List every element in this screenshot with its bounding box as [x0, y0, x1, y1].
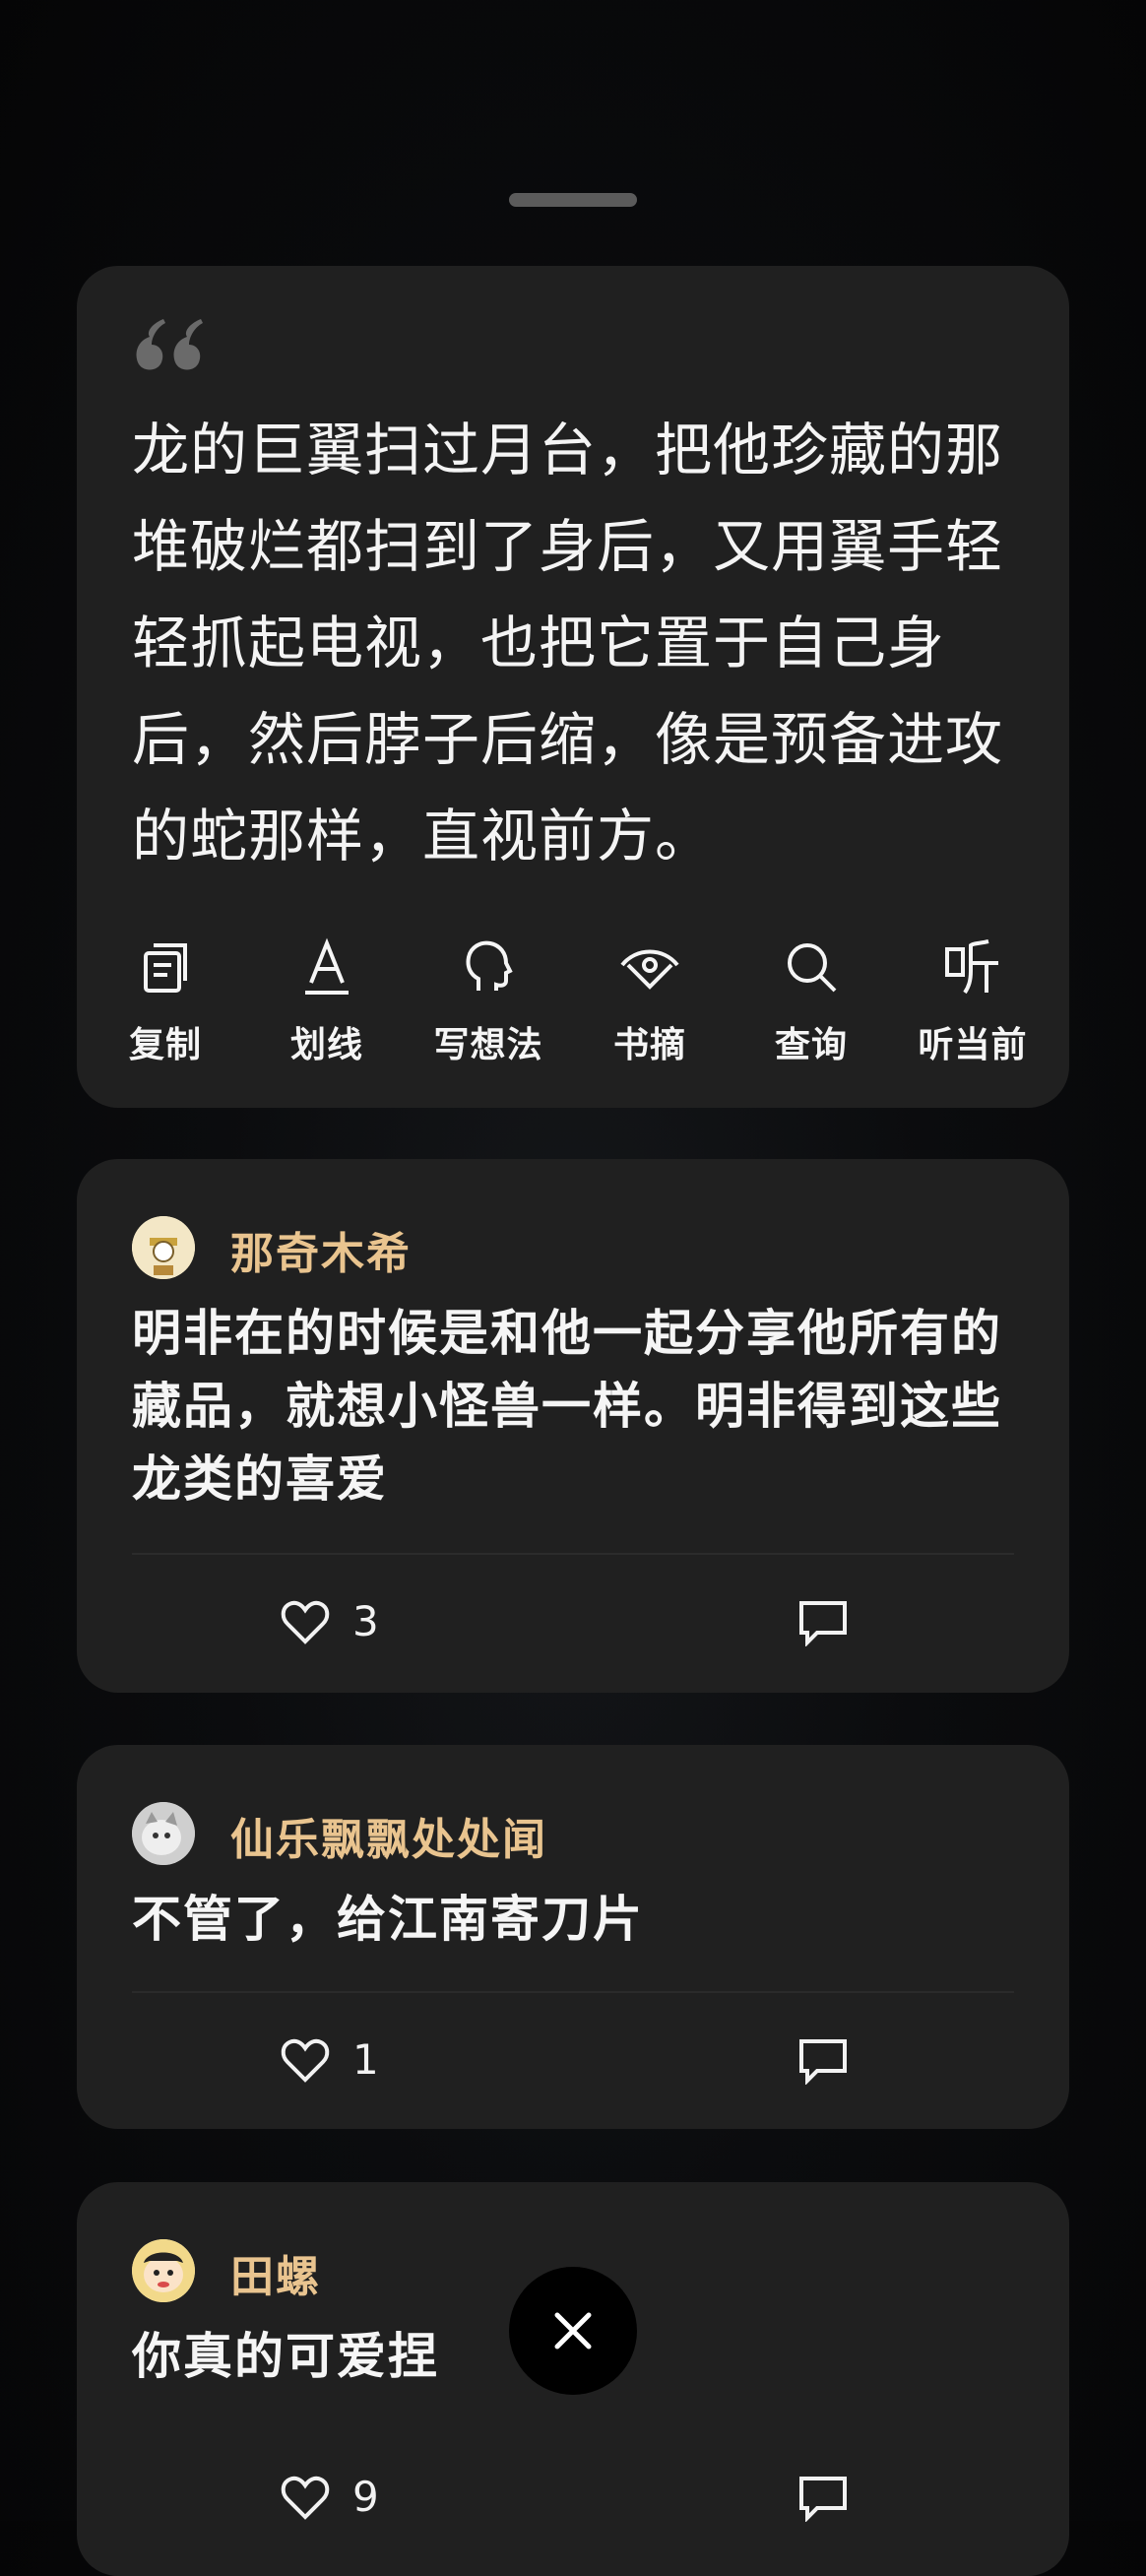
comment-username[interactable]: 仙乐飘飘处处闻 — [230, 1804, 547, 1867]
copy-button[interactable]: 复制 — [85, 935, 246, 1073]
avatar[interactable] — [132, 1216, 195, 1279]
avatar[interactable] — [132, 1802, 195, 1865]
write-note-button[interactable]: 写想法 — [408, 935, 569, 1073]
comment-username[interactable]: 那奇木希 — [230, 1218, 412, 1281]
comment-icon[interactable] — [797, 2475, 849, 2522]
listen-icon — [945, 939, 998, 995]
listen-button[interactable]: 听当前 — [892, 935, 1053, 1073]
thought-head-icon — [466, 940, 513, 991]
like-button[interactable]: 1 — [280, 2035, 379, 2084]
underline-icon — [305, 937, 349, 995]
like-button[interactable]: 3 — [280, 1597, 379, 1645]
avatar-image — [132, 1802, 195, 1865]
quote-card: 龙的巨翼扫过月台，把他珍藏的那堆破烂都扫到了身后，又用翼手轻轻抓起电视，也把它置… — [77, 266, 1069, 1108]
selection-toolbar: 复制 划线 写想法 书摘 查询 听当前 — [77, 935, 1069, 1073]
copy-label: 复制 — [128, 1025, 202, 1065]
comment-card: 那奇木希 明非在的时候是和他一起分享他所有的藏品，就想小怪兽一样。明非得到这些龙… — [77, 1159, 1069, 1693]
copy-icon — [144, 943, 187, 993]
lookup-button[interactable]: 查询 — [731, 935, 892, 1073]
divider — [132, 1553, 1014, 1555]
underline-button[interactable]: 划线 — [246, 935, 408, 1073]
like-count: 9 — [352, 2473, 379, 2521]
close-icon — [554, 2312, 592, 2350]
heart-icon — [281, 2038, 330, 2083]
comment-text: 不管了，给江南寄刀片 — [132, 1891, 644, 1948]
comment-username[interactable]: 田螺 — [230, 2241, 321, 2304]
comment-card: 仙乐飘飘处处闻 不管了，给江南寄刀片 1 — [77, 1745, 1069, 2129]
write-note-label: 写想法 — [433, 1025, 543, 1065]
avatar[interactable] — [132, 2239, 195, 2302]
quote-mark-icon — [136, 319, 203, 370]
search-icon — [788, 943, 837, 993]
divider — [132, 1991, 1014, 1993]
underline-label: 划线 — [289, 1025, 363, 1065]
close-button[interactable] — [509, 2267, 637, 2395]
quote-text: 龙的巨翼扫过月台，把他珍藏的那堆破烂都扫到了身后，又用翼手轻轻抓起电视，也把它置… — [132, 417, 1004, 869]
excerpt-button[interactable]: 书摘 — [569, 935, 731, 1073]
comment-icon[interactable] — [797, 1599, 849, 1646]
heart-icon — [281, 1600, 330, 1644]
heart-icon — [281, 2476, 330, 2520]
comment-icon[interactable] — [797, 2037, 849, 2085]
lookup-label: 查询 — [774, 1025, 848, 1065]
sheet-drag-handle[interactable] — [509, 193, 637, 207]
like-count: 3 — [352, 1597, 379, 1645]
like-button[interactable]: 9 — [280, 2473, 379, 2521]
like-count: 1 — [352, 2035, 379, 2084]
excerpt-label: 书摘 — [612, 1025, 686, 1065]
avatar-image — [132, 1216, 195, 1279]
listen-label: 听当前 — [918, 1025, 1028, 1065]
comment-text: 明非在的时候是和他一起分享他所有的藏品，就想小怪兽一样。明非得到这些龙类的喜爱 — [132, 1305, 1002, 1508]
excerpt-icon — [620, 949, 679, 990]
avatar-image — [132, 2239, 195, 2302]
